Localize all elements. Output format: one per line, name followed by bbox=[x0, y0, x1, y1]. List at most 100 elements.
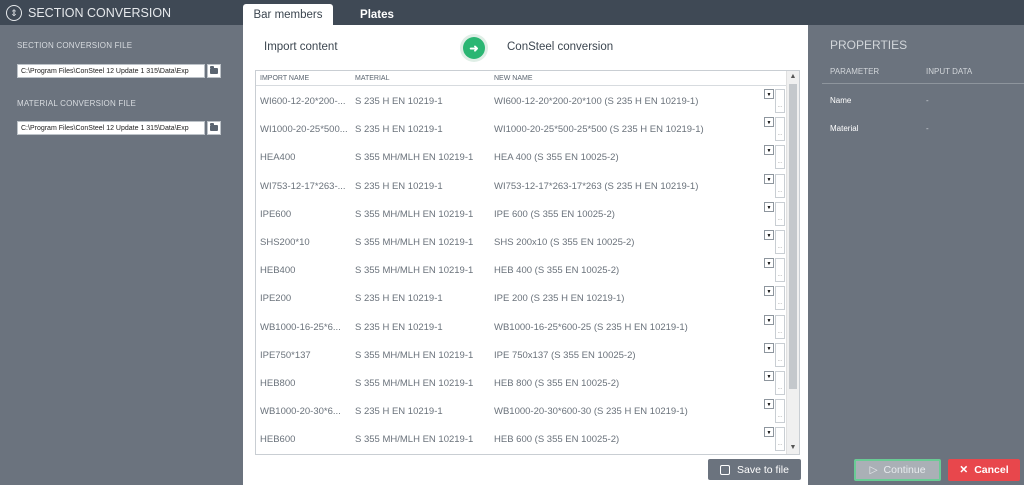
scroll-thumb[interactable] bbox=[789, 84, 797, 389]
browse-section-button[interactable]: ... bbox=[775, 229, 785, 254]
tab-bar-members[interactable]: Bar members bbox=[243, 4, 333, 25]
table-row[interactable]: WI600-12-20*200-... S 235 H EN 10219-1 WI6… bbox=[256, 86, 786, 114]
conversion-panel: Import content ➜ ConSteel conversion IMP… bbox=[243, 25, 808, 485]
table-row[interactable]: IPE600 S 355 MH/MLH EN 10219-1 IPE 600 (S … bbox=[256, 199, 786, 227]
table-row[interactable]: HEB600 S 355 MH/MLH EN 10219-1 HEB 600 (S … bbox=[256, 424, 786, 452]
import-name-cell: HEB800 bbox=[260, 377, 296, 389]
dropdown-arrow-icon[interactable]: ▼ bbox=[764, 173, 774, 184]
material-conversion-file-input[interactable]: C:\Program Files\ConSteel 12 Update 1 31… bbox=[17, 121, 205, 135]
continue-label: Continue bbox=[883, 464, 926, 476]
table-body: WI600-12-20*200-... S 235 H EN 10219-1 WI6… bbox=[256, 86, 786, 452]
table-row[interactable]: IPE200 S 235 H EN 10219-1 IPE 200 (S 235 H… bbox=[256, 283, 786, 311]
browse-section-button[interactable]: ... bbox=[775, 258, 785, 283]
column-header-input-data: INPUT DATA bbox=[926, 67, 973, 76]
new-name-cell: WI600-12-20*200-20*100 (S 235 H EN 10219… bbox=[494, 96, 699, 107]
new-name-cell: WB1000-16-25*600-25 (S 235 H EN 10219-1) bbox=[494, 321, 688, 333]
browse-section-button[interactable]: ... bbox=[775, 286, 785, 311]
import-name-cell: WI753-12-17*263-... bbox=[260, 180, 346, 192]
cancel-label: Cancel bbox=[974, 464, 1009, 476]
import-content-heading: Import content bbox=[264, 41, 338, 53]
table-row[interactable]: HEB400 S 355 MH/MLH EN 10219-1 HEB 400 (S … bbox=[256, 255, 786, 283]
dropdown-arrow-icon[interactable]: ▼ bbox=[764, 286, 774, 297]
browse-section-button[interactable]: ... bbox=[775, 173, 785, 198]
new-name-cell: IPE 600 (S 355 EN 10025-2) bbox=[494, 208, 615, 220]
app-title: ⇕ SECTION CONVERSION bbox=[6, 4, 171, 22]
import-name-cell: HEB600 bbox=[260, 434, 296, 446]
material-browse-button[interactable] bbox=[207, 121, 221, 135]
tab-plates[interactable]: Plates bbox=[345, 4, 409, 25]
browse-section-button[interactable]: ... bbox=[775, 399, 785, 424]
table-row[interactable]: WB1000-20-30*6... S 235 H EN 10219-1 WB100… bbox=[256, 396, 786, 424]
dropdown-arrow-icon[interactable]: ▼ bbox=[764, 117, 774, 128]
import-name-cell: WI600-12-20*200-... bbox=[260, 96, 346, 107]
top-bar: ⇕ SECTION CONVERSION Bar members Plates bbox=[0, 0, 1024, 25]
dropdown-arrow-icon[interactable]: ▼ bbox=[764, 399, 774, 410]
dropdown-arrow-icon[interactable]: ▼ bbox=[764, 314, 774, 325]
property-name-value: - bbox=[926, 96, 929, 105]
app-title-label: SECTION CONVERSION bbox=[28, 6, 172, 20]
properties-title: PROPERTIES bbox=[830, 38, 908, 52]
table-header: IMPORT NAME MATERIAL NEW NAME bbox=[256, 71, 786, 86]
new-name-cell: WB1000-20-30*600-30 (S 235 H EN 10219-1) bbox=[494, 406, 688, 418]
continue-button[interactable]: ▷ Continue bbox=[854, 459, 941, 481]
table-row[interactable]: IPE750*137 S 355 MH/MLH EN 10219-1 IPE 750… bbox=[256, 340, 786, 368]
table-row[interactable]: WB1000-16-25*6... S 235 H EN 10219-1 WB100… bbox=[256, 312, 786, 340]
consteel-conversion-heading: ConSteel conversion bbox=[507, 41, 614, 53]
column-header-parameter: PARAMETER bbox=[830, 67, 880, 76]
properties-header: PARAMETER INPUT DATA bbox=[822, 62, 1024, 84]
browse-section-button[interactable]: ... bbox=[775, 117, 785, 142]
browse-section-button[interactable]: ... bbox=[775, 201, 785, 226]
save-icon bbox=[720, 464, 731, 475]
dropdown-arrow-icon[interactable]: ▼ bbox=[764, 427, 774, 438]
table-row[interactable]: HEB800 S 355 MH/MLH EN 10219-1 HEB 800 (S … bbox=[256, 368, 786, 396]
material-cell: S 355 MH/MLH EN 10219-1 bbox=[355, 152, 474, 164]
material-cell: S 235 H EN 10219-1 bbox=[355, 293, 443, 305]
dropdown-arrow-icon[interactable]: ▼ bbox=[764, 342, 774, 353]
play-icon: ▷ bbox=[869, 464, 878, 476]
save-to-file-button[interactable]: Save to file bbox=[708, 459, 801, 480]
material-cell: S 355 MH/MLH EN 10219-1 bbox=[355, 265, 474, 277]
material-conversion-file-label: MATERIAL CONVERSION FILE bbox=[17, 99, 137, 108]
import-name-cell: WI1000-20-25*500... bbox=[260, 124, 348, 136]
material-cell: S 235 H EN 10219-1 bbox=[355, 180, 443, 192]
cancel-button[interactable]: ✕ Cancel bbox=[948, 459, 1020, 481]
property-name-label: Name bbox=[830, 96, 852, 105]
dropdown-arrow-icon[interactable]: ▼ bbox=[764, 89, 774, 99]
save-to-file-label: Save to file bbox=[737, 463, 789, 476]
browse-section-button[interactable]: ... bbox=[775, 427, 785, 452]
browse-section-button[interactable]: ... bbox=[775, 314, 785, 339]
import-name-cell: SHS200*10 bbox=[260, 236, 310, 248]
column-header-new-name: NEW NAME bbox=[494, 75, 533, 82]
material-cell: S 355 MH/MLH EN 10219-1 bbox=[355, 236, 474, 248]
new-name-cell: HEB 400 (S 355 EN 10025-2) bbox=[494, 265, 620, 277]
import-name-cell: WB1000-20-30*6... bbox=[260, 406, 341, 418]
new-name-cell: WI1000-20-25*500-25*500 (S 235 H EN 1021… bbox=[494, 124, 704, 136]
material-cell: S 355 MH/MLH EN 10219-1 bbox=[355, 349, 474, 361]
dropdown-arrow-icon[interactable]: ▼ bbox=[764, 201, 774, 212]
material-cell: S 235 H EN 10219-1 bbox=[355, 124, 443, 136]
vertical-scrollbar[interactable]: ▲ ▼ bbox=[786, 71, 799, 454]
import-name-cell: HEB400 bbox=[260, 265, 296, 277]
scroll-up-icon[interactable]: ▲ bbox=[787, 71, 799, 83]
browse-section-button[interactable]: ... bbox=[775, 89, 785, 113]
section-browse-button[interactable] bbox=[207, 64, 221, 78]
import-name-cell: HEA400 bbox=[260, 152, 296, 164]
material-cell: S 235 H EN 10219-1 bbox=[355, 406, 443, 418]
dropdown-arrow-icon[interactable]: ▼ bbox=[764, 229, 774, 240]
dropdown-arrow-icon[interactable]: ▼ bbox=[764, 145, 774, 156]
new-name-cell: HEA 400 (S 355 EN 10025-2) bbox=[494, 152, 619, 164]
table-row[interactable]: WI753-12-17*263-... S 235 H EN 10219-1 WI7… bbox=[256, 171, 786, 199]
table-row[interactable]: SHS200*10 S 355 MH/MLH EN 10219-1 SHS 200x… bbox=[256, 227, 786, 255]
table-row[interactable]: HEA400 S 355 MH/MLH EN 10219-1 HEA 400 (S … bbox=[256, 142, 786, 170]
dropdown-arrow-icon[interactable]: ▼ bbox=[764, 258, 774, 269]
section-conversion-file-input[interactable]: C:\Program Files\ConSteel 12 Update 1 31… bbox=[17, 64, 205, 78]
dropdown-arrow-icon[interactable]: ▼ bbox=[764, 370, 774, 381]
material-cell: S 355 MH/MLH EN 10219-1 bbox=[355, 377, 474, 389]
scroll-down-icon[interactable]: ▼ bbox=[787, 442, 799, 454]
new-name-cell: IPE 750x137 (S 355 EN 10025-2) bbox=[494, 349, 636, 361]
browse-section-button[interactable]: ... bbox=[775, 342, 785, 367]
browse-section-button[interactable]: ... bbox=[775, 370, 785, 395]
table-row[interactable]: WI1000-20-25*500... S 235 H EN 10219-1 WI1… bbox=[256, 114, 786, 142]
browse-section-button[interactable]: ... bbox=[775, 145, 785, 170]
arrow-right-icon: ➜ bbox=[463, 37, 485, 59]
